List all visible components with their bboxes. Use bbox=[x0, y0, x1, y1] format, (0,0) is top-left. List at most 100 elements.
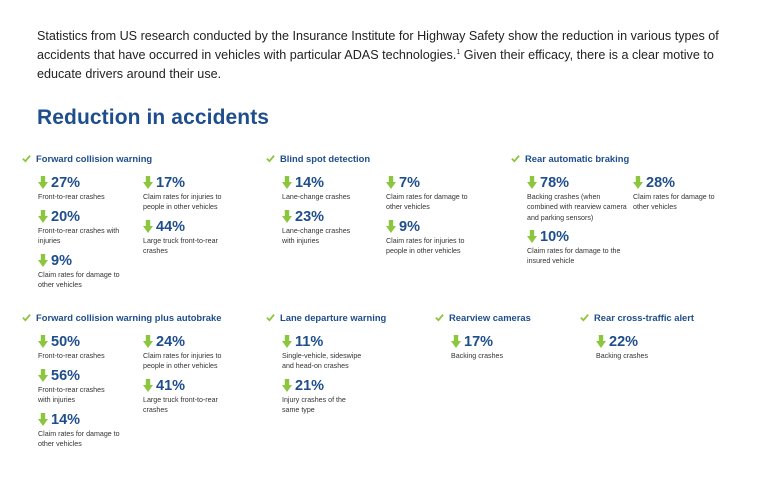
stat-value: 14% bbox=[51, 411, 81, 428]
stat-item: 7% Claim rates for damage to other vehic… bbox=[386, 174, 476, 213]
stat-label: Lane-change crashes bbox=[282, 193, 351, 201]
section-title: Rearview cameras bbox=[435, 310, 531, 324]
stat-item: 14% Claim rates for damage to other vehi… bbox=[38, 411, 120, 450]
arrow-down-icon bbox=[38, 413, 48, 426]
arrow-down-icon bbox=[282, 176, 292, 189]
section-forward-collision-warning-plus-autobrake: Forward collision warning plus autobrake bbox=[22, 310, 221, 324]
stat-label: Injury crashes of the same type bbox=[282, 396, 346, 415]
check-icon bbox=[22, 154, 31, 163]
stat-item: 20% Front-to-rear crashes with injuries bbox=[38, 208, 133, 247]
check-icon bbox=[266, 313, 275, 322]
arrow-down-icon bbox=[596, 335, 606, 348]
arrow-down-icon bbox=[38, 335, 48, 348]
stat-value: 50% bbox=[51, 333, 81, 350]
section-blind-spot-detection: Blind spot detection bbox=[266, 151, 370, 165]
section-title: Forward collision warning bbox=[22, 151, 152, 165]
arrow-down-icon bbox=[38, 176, 48, 189]
section-title-text: Blind spot detection bbox=[280, 152, 371, 164]
stat-label: Claim rates for damage to other vehicles bbox=[38, 430, 120, 449]
stat-item: 41% Large truck front-to-rear crashes bbox=[143, 377, 243, 416]
arrow-down-icon bbox=[451, 335, 461, 348]
stat-label: Front-to-rear crashes with injuries bbox=[38, 227, 120, 246]
section-title: Forward collision warning plus autobrake bbox=[22, 310, 221, 324]
arrow-down-icon bbox=[386, 220, 396, 233]
stat-value: 7% bbox=[399, 174, 420, 191]
stat-label: Single-vehicle, sideswipe and head-on cr… bbox=[282, 352, 362, 371]
section-title-text: Rear cross-traffic alert bbox=[594, 311, 695, 323]
stat-value: 22% bbox=[609, 333, 639, 350]
stat-label: Claim rates for injuries to people in ot… bbox=[143, 193, 222, 212]
stat-label: Backing crashes bbox=[596, 352, 649, 360]
stat-item: 24% Claim rates for injuries to people i… bbox=[143, 333, 243, 372]
arrow-down-icon bbox=[386, 176, 396, 189]
arrow-down-icon bbox=[143, 220, 153, 233]
stat-value: 17% bbox=[156, 174, 186, 191]
stat-item: 11% Single-vehicle, sideswipe and head-o… bbox=[282, 333, 372, 372]
stat-value: 17% bbox=[464, 333, 494, 350]
arrow-down-icon bbox=[143, 176, 153, 189]
arrow-down-icon bbox=[527, 176, 537, 189]
stat-value: 27% bbox=[51, 174, 81, 191]
stat-item: 22% Backing crashes bbox=[596, 333, 686, 361]
section-forward-collision-warning: Forward collision warning bbox=[22, 151, 152, 165]
stat-label: Claim rates for injuries to people in ot… bbox=[386, 237, 465, 256]
stat-label: Large truck front-to-rear crashes bbox=[143, 237, 218, 256]
section-title: Lane departure warning bbox=[266, 310, 386, 324]
arrow-down-icon bbox=[38, 210, 48, 223]
arrow-down-icon bbox=[633, 176, 643, 189]
stat-value: 56% bbox=[51, 367, 81, 384]
stat-value: 28% bbox=[646, 174, 676, 191]
stat-item: 56% Front-to-rear crashes with injuries bbox=[38, 367, 118, 406]
stat-value: 78% bbox=[540, 174, 570, 191]
stat-label: Backing crashes bbox=[451, 352, 504, 360]
stat-value: 9% bbox=[51, 252, 72, 269]
check-icon bbox=[435, 313, 444, 322]
stat-item: 44% Large truck front-to-rear crashes bbox=[143, 218, 243, 257]
section-title: Rear automatic braking bbox=[511, 151, 629, 165]
stat-item: 21% Injury crashes of the same type bbox=[282, 377, 362, 416]
arrow-down-icon bbox=[143, 379, 153, 392]
section-rear-automatic-braking: Rear automatic braking bbox=[511, 151, 629, 165]
stat-item: 9% Claim rates for injuries to people in… bbox=[386, 218, 486, 257]
arrow-down-icon bbox=[527, 230, 537, 243]
stat-label: Backing crashes (when combined with rear… bbox=[527, 193, 627, 222]
page-heading: Reduction in accidents bbox=[37, 106, 270, 129]
stat-value: 23% bbox=[295, 208, 325, 225]
stat-label: Claim rates for damage to other vehicles bbox=[386, 193, 468, 212]
section-title-text: Rear automatic braking bbox=[525, 152, 630, 164]
check-icon bbox=[266, 154, 275, 163]
arrow-down-icon bbox=[282, 210, 292, 223]
arrow-down-icon bbox=[38, 369, 48, 382]
arrow-down-icon bbox=[38, 254, 48, 267]
stat-value: 14% bbox=[295, 174, 325, 191]
section-lane-departure-warning: Lane departure warning bbox=[266, 310, 386, 324]
stat-item: 23% Lane-change crashes with injuries bbox=[282, 208, 362, 247]
stat-item: 10% Claim rates for damage to the insure… bbox=[527, 228, 627, 267]
section-title-text: Rearview cameras bbox=[449, 311, 531, 323]
stat-value: 20% bbox=[51, 208, 81, 225]
stat-value: 44% bbox=[156, 218, 186, 235]
stat-label: Lane-change crashes with injuries bbox=[282, 227, 351, 246]
section-title: Blind spot detection bbox=[266, 151, 370, 165]
stat-label: Front-to-rear crashes with injuries bbox=[38, 386, 105, 405]
section-title-text: Forward collision warning plus autobrake bbox=[36, 311, 222, 323]
arrow-down-icon bbox=[282, 335, 292, 348]
section-rearview-cameras: Rearview cameras bbox=[435, 310, 531, 324]
check-icon bbox=[580, 313, 589, 322]
stat-value: 24% bbox=[156, 333, 186, 350]
stat-label: Large truck front-to-rear crashes bbox=[143, 396, 218, 415]
stat-value: 10% bbox=[540, 228, 570, 245]
section-title: Rear cross-traffic alert bbox=[580, 310, 694, 324]
section-title-text: Forward collision warning bbox=[36, 152, 153, 164]
section-title-text: Lane departure warning bbox=[280, 311, 387, 323]
arrow-down-icon bbox=[282, 379, 292, 392]
stat-value: 21% bbox=[295, 377, 325, 394]
stat-value: 11% bbox=[295, 333, 324, 350]
stat-label: Claim rates for damage to other vehicles bbox=[633, 193, 715, 212]
stat-item: 9% Claim rates for damage to other vehic… bbox=[38, 252, 133, 291]
stat-item: 28% Claim rates for damage to other vehi… bbox=[633, 174, 728, 213]
stat-item: 27% Front-to-rear crashes bbox=[38, 174, 133, 202]
stat-item: 50% Front-to-rear crashes bbox=[38, 333, 133, 361]
stat-item: 17% Claim rates for injuries to people i… bbox=[143, 174, 243, 213]
check-icon bbox=[511, 154, 520, 163]
